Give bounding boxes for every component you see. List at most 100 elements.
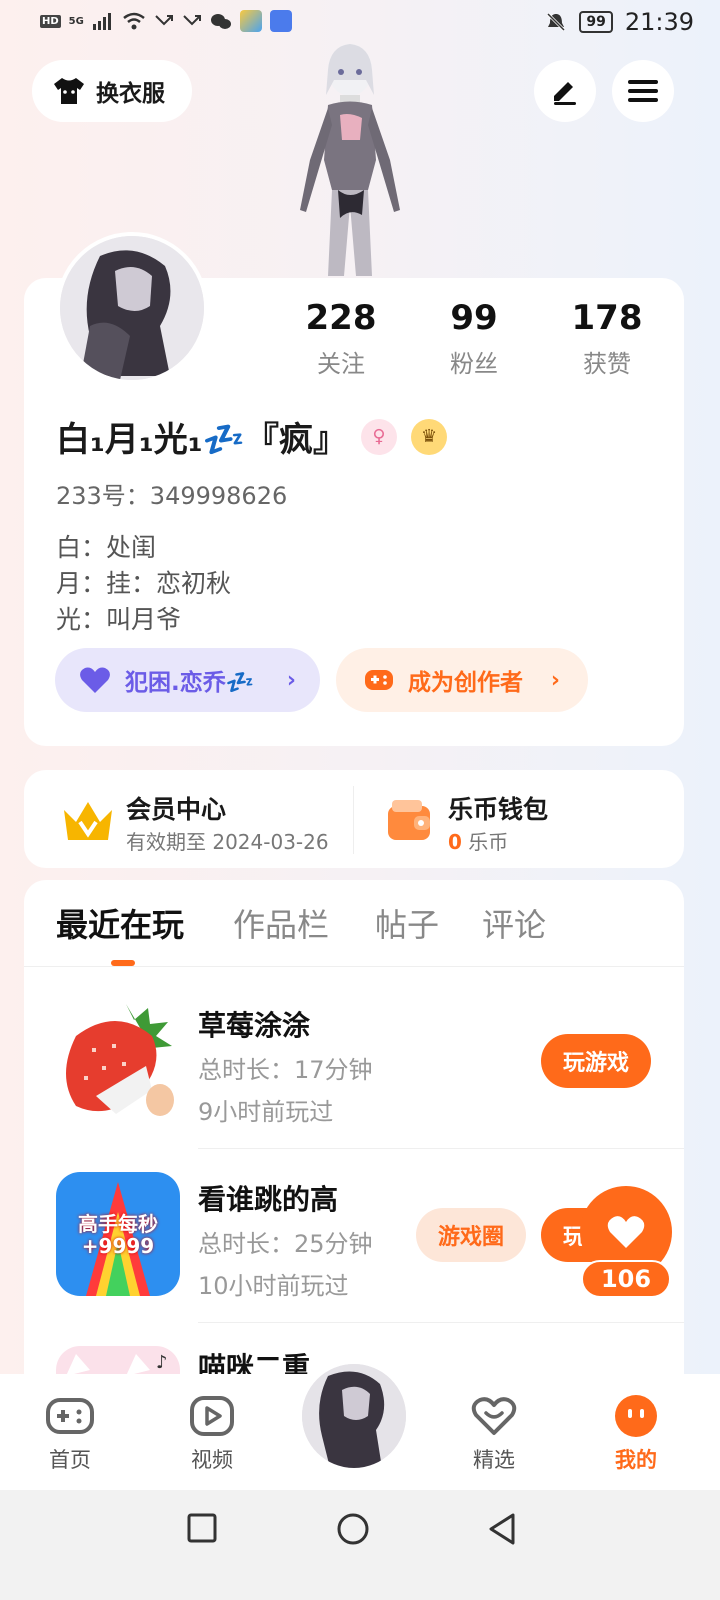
change-outfit-button[interactable]: 换衣服	[32, 60, 192, 122]
bio-line-3: 光：叫月爷	[56, 605, 182, 634]
tab-recently-played[interactable]: 最近在玩	[56, 900, 184, 946]
relationship-label: 犯困.恋乔💤	[125, 670, 255, 696]
wallet-icon	[388, 800, 430, 840]
profile-avatar[interactable]	[56, 232, 208, 384]
nav-me[interactable]: 我的	[586, 1392, 686, 1474]
shirt-icon	[54, 78, 84, 104]
clock: 21:39	[624, 8, 694, 36]
vip-center-title: 会员中心	[126, 795, 227, 824]
relationship-pill[interactable]: 犯困.恋乔💤 ›	[55, 648, 320, 712]
heart-icon	[80, 667, 110, 693]
gamepad-icon	[365, 670, 393, 690]
signal-icon	[92, 13, 111, 30]
wallet-entry[interactable]: 乐币钱包 0 乐币	[384, 790, 664, 854]
nav-video-label: 视频	[191, 1448, 233, 1472]
nav-home[interactable]: 首页	[20, 1392, 120, 1474]
likes-count: 178	[571, 298, 643, 338]
wallet-amount: 0	[448, 830, 462, 854]
heart-outline-icon	[471, 1397, 517, 1435]
like-count: 106	[581, 1260, 671, 1298]
vip-expiry: 有效期至 2024-03-26	[126, 830, 329, 854]
nickname: 白₁月₁光₁💤『疯』	[56, 420, 348, 460]
avatar	[302, 1364, 406, 1468]
following-count: 228	[305, 298, 377, 338]
user-id[interactable]: 233号：349998626	[56, 476, 287, 511]
nav-featured-label: 精选	[473, 1448, 515, 1472]
wallet-unit: 乐币	[468, 830, 509, 854]
divider	[198, 1148, 684, 1149]
bio-line-2: 月：挂：恋初秋	[56, 569, 232, 598]
nav-me-label: 我的	[615, 1448, 657, 1472]
edit-pen-icon	[554, 82, 576, 105]
become-creator-label: 成为创作者	[408, 670, 523, 696]
game-icon-jump[interactable]: 高手每秒 +9999	[56, 1172, 180, 1296]
center-avatar-button[interactable]	[298, 1360, 410, 1472]
recent-apps-icon[interactable]	[186, 1512, 218, 1544]
game-last-played: 10小时前玩过	[198, 1272, 349, 1300]
divider	[353, 786, 354, 854]
crown-badge-icon[interactable]: ♛	[411, 418, 448, 455]
divider	[24, 966, 684, 967]
missed-call-icon	[155, 15, 173, 26]
chevron-right-icon: ›	[550, 667, 560, 693]
game-duration: 总时长：25分钟	[198, 1230, 373, 1258]
wechat-icon	[210, 14, 231, 29]
game-title[interactable]: 看谁跳的高	[198, 1178, 338, 1218]
system-nav-bar	[0, 1490, 720, 1600]
app-store-icon	[269, 10, 292, 32]
game-icon-strawberry[interactable]	[56, 996, 180, 1120]
nav-featured[interactable]: 精选	[444, 1392, 544, 1474]
tab-posts[interactable]: 帖子	[375, 900, 439, 946]
game-icon-cat[interactable]: ♪	[56, 1346, 180, 1376]
back-triangle-icon[interactable]	[486, 1512, 518, 1546]
mute-bell-icon	[547, 12, 566, 32]
strawberry-icon	[56, 996, 180, 1120]
become-creator-button[interactable]: 成为创作者 ›	[336, 648, 588, 712]
svg-text:♪: ♪	[156, 1352, 168, 1373]
game-last-played: 9小时前玩过	[198, 1098, 334, 1126]
network-label: 5G	[68, 15, 84, 27]
stat-likes[interactable]: 178 获赞	[547, 298, 667, 379]
gamepad-icon	[46, 1398, 94, 1434]
vip-crown-icon	[64, 802, 112, 840]
me-face-icon	[615, 1395, 657, 1437]
hd-badge: HD	[40, 14, 61, 28]
missed-call-icon-2	[183, 15, 201, 26]
home-circle-icon[interactable]	[336, 1512, 370, 1546]
vip-center-entry[interactable]: 会员中心 有效期至 2024-03-26	[60, 790, 350, 854]
heart-icon	[607, 1216, 645, 1248]
stat-following[interactable]: 228 关注	[281, 298, 401, 379]
game-circle-button[interactable]: 游戏圈	[416, 1208, 526, 1262]
status-left: HD 5G	[40, 10, 292, 32]
game-title[interactable]: 喵咪二重	[198, 1346, 310, 1374]
likes-label: 获赞	[583, 350, 631, 378]
edit-profile-button[interactable]	[534, 60, 596, 122]
game-icon-caption: 高手每秒	[78, 1212, 158, 1236]
followers-label: 粉丝	[450, 350, 498, 378]
video-play-icon	[190, 1396, 234, 1436]
stat-followers[interactable]: 99 粉丝	[414, 298, 534, 379]
divider	[198, 1322, 684, 1323]
game-title[interactable]: 草莓涂涂	[198, 1004, 310, 1044]
female-gender-icon: ♀	[361, 418, 398, 455]
tab-comments[interactable]: 评论	[482, 900, 546, 946]
nav-home-label: 首页	[49, 1448, 91, 1472]
change-outfit-label: 换衣服	[96, 81, 165, 107]
status-right: 99 21:39	[545, 8, 694, 36]
play-game-button[interactable]: 玩游戏	[541, 1034, 651, 1088]
nav-video[interactable]: 视频	[162, 1392, 262, 1474]
wifi-icon	[123, 12, 145, 30]
tab-works[interactable]: 作品栏	[233, 900, 329, 946]
avatar-image	[60, 236, 204, 380]
wallet-balance: 0 乐币	[448, 826, 508, 855]
battery-indicator: 99	[579, 11, 613, 33]
avatar-image	[302, 1364, 406, 1468]
avatar-3d-figure[interactable]	[270, 40, 430, 280]
wallet-title: 乐币钱包	[448, 795, 549, 824]
nickname-row: 白₁月₁光₁💤『疯』 ♀ ♛	[56, 412, 448, 461]
game-icon-caption-2: +9999	[81, 1234, 155, 1258]
chevron-right-icon: ›	[286, 667, 296, 693]
menu-button[interactable]	[612, 60, 674, 122]
cat-icon: ♪	[66, 1352, 168, 1376]
game-duration: 总时长：17分钟	[198, 1056, 373, 1084]
